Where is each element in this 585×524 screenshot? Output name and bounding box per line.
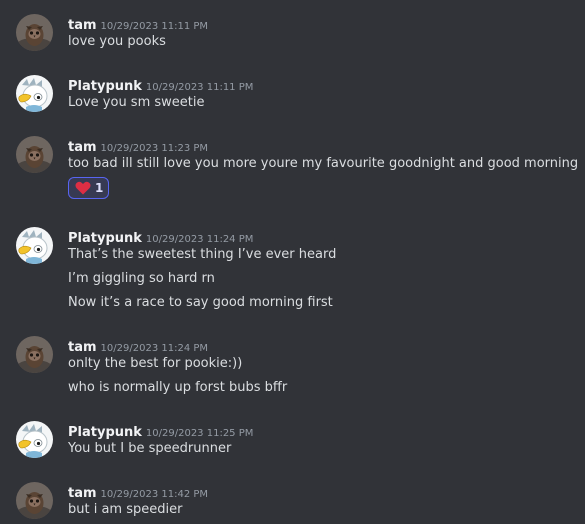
avatar-tam[interactable] [16,136,53,173]
avatar-platypunk[interactable] [16,75,53,112]
timestamp: 10/29/2023 11:25 PM [145,428,254,439]
message-header: Platypunk 10/29/2023 11:24 PM [68,227,254,246]
timestamp: 10/29/2023 11:24 PM [145,234,254,245]
message-text: love you pooks [68,34,166,49]
timestamp: 10/29/2023 11:11 PM [145,82,254,93]
message-header: Platypunk 10/29/2023 11:25 PM [68,421,254,440]
message-text: too bad ill still love you more youre my… [68,156,579,171]
message-text: That’s the sweetest thing I’ve ever hear… [68,247,337,262]
owl-avatar-icon [16,136,53,173]
username[interactable]: Platypunk [68,231,142,246]
message-text: I’m giggling so hard rn [68,271,215,286]
message-header: tam 10/29/2023 11:42 PM [68,482,209,501]
reaction-count: 1 [95,181,104,195]
timestamp: 10/29/2023 11:24 PM [100,343,209,354]
message-text: You but I be speedrunner [68,441,232,456]
message-text: onlty the best for pookie:)) [68,356,243,371]
message-header: tam 10/29/2023 11:23 PM [68,136,209,155]
avatar-platypunk[interactable] [16,227,53,264]
username[interactable]: tam [68,340,97,355]
message-text: who is normally up forst bubs bffr [68,380,288,395]
reaction-heart[interactable]: 1 [68,177,109,199]
message-text: but i am speedier [68,502,183,517]
username[interactable]: tam [68,18,97,33]
platypus-avatar-icon [16,227,53,264]
username[interactable]: Platypunk [68,79,142,94]
platypus-avatar-icon [16,421,53,458]
chat-message-list: tam 10/29/2023 11:11 PM love you pooks Pl… [0,0,585,524]
timestamp: 10/29/2023 11:42 PM [100,489,209,500]
owl-avatar-icon [16,14,53,51]
avatar-tam[interactable] [16,14,53,51]
platypus-avatar-icon [16,75,53,112]
owl-avatar-icon [16,482,53,519]
message-text: Love you sm sweetie [68,95,205,110]
heart-icon [75,181,91,195]
timestamp: 10/29/2023 11:11 PM [100,21,209,32]
message-text: Now it’s a race to say good morning firs… [68,295,333,310]
avatar-tam[interactable] [16,336,53,373]
timestamp: 10/29/2023 11:23 PM [100,143,209,154]
avatar-platypunk[interactable] [16,421,53,458]
username[interactable]: tam [68,486,97,501]
message-header: tam 10/29/2023 11:11 PM [68,14,209,33]
avatar-tam[interactable] [16,482,53,519]
message-header: Platypunk 10/29/2023 11:11 PM [68,75,254,94]
owl-avatar-icon [16,336,53,373]
message-header: tam 10/29/2023 11:24 PM [68,336,209,355]
username[interactable]: tam [68,140,97,155]
username[interactable]: Platypunk [68,425,142,440]
